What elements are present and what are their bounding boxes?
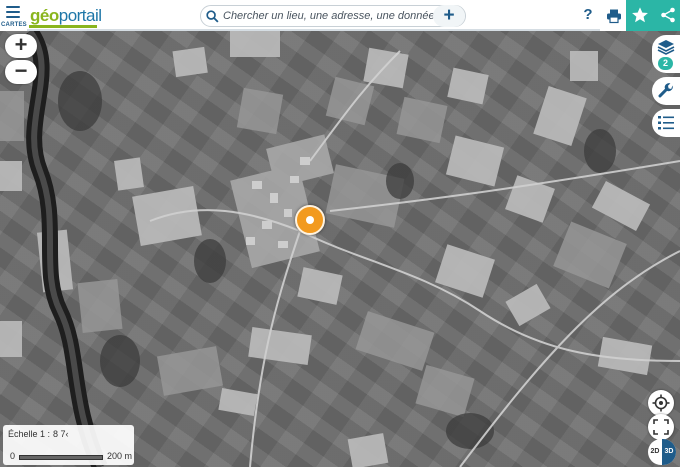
scale-box: Échelle 1 : 8 7‹ 0 200 m	[3, 425, 134, 465]
list-icon	[658, 116, 674, 130]
legend-button[interactable]	[652, 109, 680, 137]
scale-bar	[19, 455, 103, 460]
advanced-search-plus-button[interactable]: +	[433, 5, 465, 27]
hamburger-icon	[6, 6, 20, 18]
share-icon	[661, 7, 675, 23]
expand-icon	[653, 419, 669, 435]
menu-button[interactable]: CARTES	[0, 0, 27, 31]
menu-label: CARTES	[1, 22, 27, 28]
geoportail-logo[interactable]: géoportail	[30, 6, 102, 26]
search-bar[interactable]: Chercher un lieu, une adresse, une donné…	[200, 5, 466, 27]
fullscreen-button[interactable]	[648, 414, 674, 440]
zoom-in-button[interactable]: +	[5, 34, 37, 58]
map-imagery	[0, 31, 680, 467]
print-icon	[607, 9, 621, 24]
scale-value: 8 7‹	[53, 429, 69, 439]
scale-distance: 200 m	[107, 451, 133, 461]
help-button[interactable]: ?	[578, 5, 598, 25]
view-mode-toggle[interactable]: 2D 3D	[648, 439, 676, 465]
layers-button[interactable]: 2	[652, 35, 680, 73]
logo-portail-text: portail	[58, 6, 102, 25]
view-2d-option[interactable]: 2D	[648, 439, 662, 465]
favorites-button[interactable]	[626, 0, 654, 31]
layers-count-badge: 2	[658, 57, 673, 70]
location-marker-icon[interactable]	[295, 205, 325, 235]
star-icon	[632, 7, 648, 23]
top-bar: CARTES géoportail Chercher un lieu, une …	[0, 0, 680, 31]
tools-button[interactable]	[652, 77, 680, 105]
aerial-map[interactable]	[0, 31, 680, 467]
layers-icon	[657, 40, 675, 55]
crosshair-icon	[652, 394, 670, 412]
view-3d-option[interactable]: 3D	[662, 439, 676, 465]
logo-geo-text: géo	[30, 6, 59, 25]
wrench-icon	[658, 83, 673, 98]
print-button[interactable]	[600, 0, 628, 31]
scale-label: Échelle 1 :	[8, 429, 51, 439]
zoom-out-button[interactable]: −	[5, 60, 37, 84]
search-placeholder[interactable]: Chercher un lieu, une adresse, une donné…	[223, 10, 435, 22]
geolocate-button[interactable]	[648, 390, 674, 416]
search-icon[interactable]	[206, 10, 219, 23]
scale-start: 0	[10, 451, 16, 461]
share-button[interactable]	[654, 0, 680, 31]
logo-underline	[29, 25, 97, 28]
